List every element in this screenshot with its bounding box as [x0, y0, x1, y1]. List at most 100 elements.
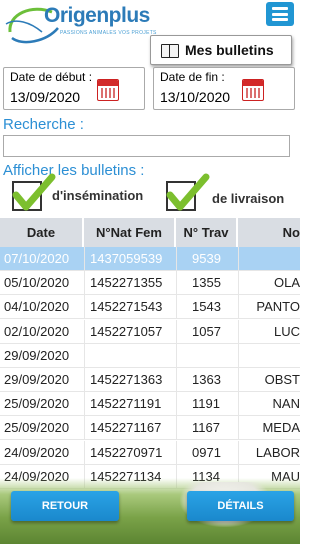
cell-trav: 0971	[192, 444, 221, 460]
cell-trav	[192, 344, 240, 368]
cell-nat-fem: 1452271543	[90, 299, 163, 315]
cell-nom	[240, 247, 300, 271]
cell-date: 29/09/2020	[4, 347, 70, 363]
table-row[interactable]: 05/10/2020 1452271355 1355 OLA	[0, 271, 300, 296]
column-header-nom[interactable]: No	[238, 218, 300, 247]
cell-nom: LUC	[273, 323, 300, 339]
details-button[interactable]: DÉTAILS	[187, 491, 294, 521]
retour-button[interactable]: RETOUR	[11, 491, 119, 521]
cell-nom: NAN	[272, 396, 300, 412]
cell-nom: PANTO	[256, 299, 300, 315]
cell-date: 25/09/2020	[4, 396, 70, 412]
cell-nom	[240, 344, 300, 368]
table-row[interactable]: 24/09/2020 1452270971 0971 LABOR	[0, 440, 300, 465]
column-divider	[238, 440, 239, 465]
cell-nat-fem: 1452271167	[90, 420, 162, 436]
header: Origenplus PASSIONS ANIMALES VOS PROJETS…	[0, 0, 300, 65]
column-divider	[84, 295, 85, 320]
livraison-checkbox[interactable]	[166, 173, 210, 211]
date-debut-value[interactable]: 13/09/2020	[10, 89, 80, 105]
column-divider	[84, 440, 85, 465]
origenplus-logo: Origenplus PASSIONS ANIMALES VOS PROJETS	[0, 0, 156, 50]
cell-nat-fem	[90, 344, 180, 368]
column-divider	[176, 271, 177, 296]
column-header-date[interactable]: Date	[0, 218, 84, 247]
checkmark-icon	[12, 173, 56, 211]
table-row[interactable]: 04/10/2020 1452271543 1543 PANTO	[0, 295, 300, 320]
cell-nom: MEDA	[262, 420, 300, 436]
column-divider	[176, 440, 177, 465]
column-divider	[176, 392, 177, 417]
cell-trav: 1191	[192, 396, 220, 412]
date-debut-label: Date de début :	[10, 70, 93, 84]
cell-trav: 9539	[192, 251, 221, 266]
column-header-trav[interactable]: N° Trav	[176, 218, 238, 247]
table-row[interactable]: 02/10/2020 1452271057 1057 LUC	[0, 319, 300, 344]
cell-nat-fem: 1452271191	[90, 396, 162, 412]
column-divider	[238, 247, 239, 271]
table-row[interactable]: 07/10/2020 1437059539 9539	[0, 247, 300, 271]
column-divider	[238, 416, 239, 441]
column-divider	[176, 319, 177, 344]
date-fin-field[interactable]: Date de fin : 13/10/2020	[153, 67, 295, 110]
cell-nat-fem: 1452271057	[90, 323, 163, 339]
date-fin-value[interactable]: 13/10/2020	[160, 89, 230, 105]
cell-date: 07/10/2020	[4, 251, 70, 266]
cell-date: 25/09/2020	[4, 420, 70, 436]
column-divider	[176, 343, 177, 368]
column-divider	[176, 416, 177, 441]
table-row[interactable]: 29/09/2020	[0, 343, 300, 368]
column-divider	[84, 416, 85, 441]
cell-trav: 1543	[192, 299, 221, 315]
app-screen: Origenplus PASSIONS ANIMALES VOS PROJETS…	[0, 0, 300, 544]
insemination-label: d'insémination	[52, 188, 144, 203]
cell-nom: OLA	[273, 275, 300, 291]
column-divider	[84, 271, 85, 296]
cell-trav: 1355	[192, 275, 221, 291]
insemination-checkbox[interactable]	[12, 173, 56, 211]
book-icon	[161, 43, 179, 58]
cell-trav: 1057	[192, 323, 221, 339]
cell-date: 02/10/2020	[4, 323, 70, 339]
recherche-label: Recherche :	[3, 116, 84, 133]
cell-date: 04/10/2020	[4, 299, 70, 315]
column-divider	[238, 271, 239, 296]
calendar-icon[interactable]	[97, 79, 119, 101]
livraison-label: de livraison	[212, 191, 285, 206]
search-input[interactable]	[3, 135, 290, 157]
column-divider	[84, 343, 85, 368]
column-divider	[176, 368, 177, 392]
table-row[interactable]: 29/09/2020 1452271363 1363 OBST	[0, 368, 300, 392]
calendar-icon[interactable]	[242, 79, 264, 101]
cell-nom: OBST	[264, 372, 300, 387]
cell-nom: LABOR	[255, 444, 300, 460]
column-divider	[238, 319, 239, 344]
cell-nat-fem: 1452271355	[90, 275, 163, 291]
column-divider	[84, 319, 85, 344]
cell-trav: 1363	[192, 372, 221, 387]
hamburger-menu-icon[interactable]	[266, 2, 294, 26]
column-divider	[238, 392, 239, 417]
table-header: Date N°Nat Fem N° Trav No	[0, 218, 300, 247]
cell-nat-fem: 1452270971	[90, 444, 163, 460]
column-divider	[238, 343, 239, 368]
mes-bulletins-button[interactable]: Mes bulletins	[150, 35, 292, 65]
cell-nat-fem: 1437059539	[90, 251, 163, 266]
column-divider	[84, 368, 85, 392]
logo-tagline: PASSIONS ANIMALES VOS PROJETS	[60, 30, 157, 36]
date-debut-field[interactable]: Date de début : 13/09/2020	[3, 67, 145, 110]
cell-date: 29/09/2020	[4, 372, 70, 387]
checkmark-icon	[166, 173, 210, 211]
logo-name: Origenplus	[44, 4, 150, 27]
cell-nat-fem: 1452271363	[90, 372, 163, 387]
table-row[interactable]: 25/09/2020 1452271191 1191 NAN	[0, 392, 300, 417]
column-divider	[238, 295, 239, 320]
cell-date: 24/09/2020	[4, 444, 70, 460]
column-divider	[176, 247, 177, 271]
column-header-nat-fem[interactable]: N°Nat Fem	[84, 218, 176, 247]
column-divider	[176, 295, 177, 320]
cell-trav: 1167	[192, 420, 220, 436]
column-divider	[84, 392, 85, 417]
table-row[interactable]: 25/09/2020 1452271167 1167 MEDA	[0, 416, 300, 441]
column-divider	[84, 247, 85, 271]
